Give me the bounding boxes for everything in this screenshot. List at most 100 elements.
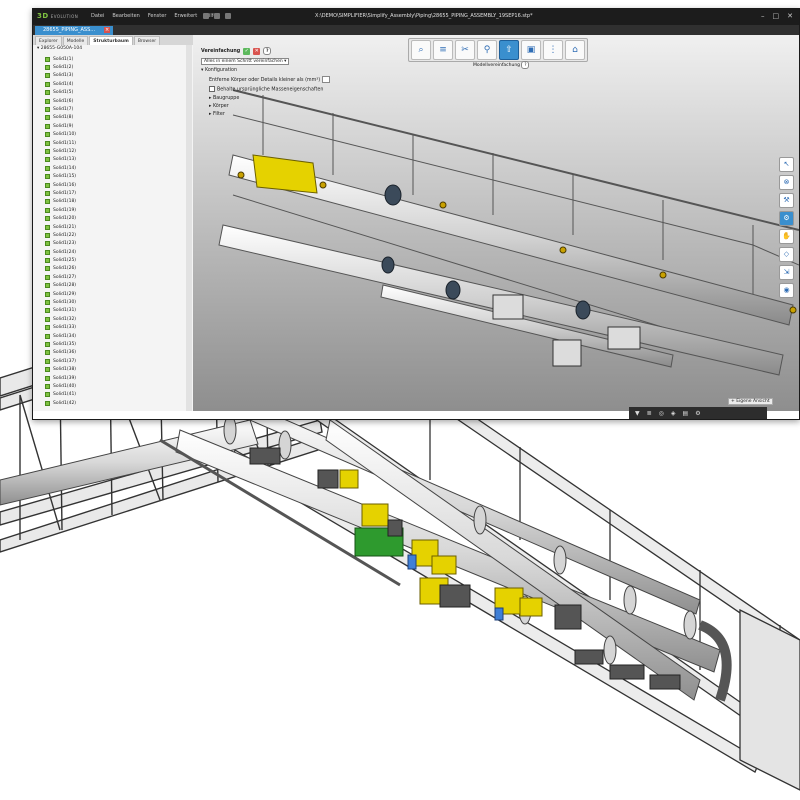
print-icon[interactable]	[214, 13, 220, 19]
tree-item[interactable]: Solid1(7)	[45, 105, 185, 113]
threshold-input[interactable]	[321, 76, 330, 83]
settings-icon[interactable]: ⚙	[695, 410, 700, 417]
tree-item[interactable]: Solid1(5)	[45, 89, 185, 97]
tree-item[interactable]: Solid1(14)	[45, 164, 185, 172]
tree-item[interactable]: Solid1(18)	[45, 198, 185, 206]
tree-item[interactable]: Solid1(37)	[45, 357, 185, 365]
tree-item[interactable]: Solid1(36)	[45, 349, 185, 357]
tree-item[interactable]: Solid1(20)	[45, 214, 185, 222]
menu-item-fenster[interactable]: Fenster	[148, 13, 167, 19]
tree-item[interactable]: Solid1(39)	[45, 374, 185, 382]
grid-nodes-icon[interactable]: ⋮	[543, 40, 563, 60]
tree-item[interactable]: Solid1(28)	[45, 282, 185, 290]
simplification-mode-select[interactable]: Alles in einem Schritt vereinfachen ▾	[201, 58, 290, 65]
tree-item[interactable]: Solid1(35)	[45, 340, 185, 348]
tree-item[interactable]: Solid1(8)	[45, 114, 185, 122]
tree-item-label: Solid1(20)	[53, 216, 77, 222]
tree-item[interactable]: Solid1(19)	[45, 206, 185, 214]
hammer-icon[interactable]: ⚒	[779, 193, 794, 208]
document-tab[interactable]: 28655_PIPING_ASS... ×	[35, 26, 114, 35]
tree-item[interactable]: Solid1(1)	[45, 55, 185, 63]
tree-item[interactable]: Solid1(26)	[45, 265, 185, 273]
edit-list-icon[interactable]: ≡	[433, 40, 453, 60]
tree-item[interactable]: Solid1(33)	[45, 324, 185, 332]
tab-modelle[interactable]: Modelle	[62, 36, 89, 45]
own-view-label[interactable]: + Eigene Ansicht	[728, 398, 773, 405]
camera-icon[interactable]: ▤	[683, 410, 689, 417]
tree-item[interactable]: Solid1(24)	[45, 248, 185, 256]
tree-item[interactable]: Solid1(31)	[45, 307, 185, 315]
menu-item-erweitert[interactable]: Erweitert	[174, 13, 197, 19]
cancel-icon[interactable]: ✕	[253, 47, 261, 55]
pin-icon[interactable]: ⚲	[477, 40, 497, 60]
layers-icon[interactable]: ≣	[647, 410, 652, 417]
tree-item-label: Solid1(27)	[53, 274, 77, 280]
tree-item[interactable]: Solid1(9)	[45, 122, 185, 130]
tab-explorer[interactable]: Explorer	[35, 36, 62, 45]
tree-item[interactable]: Solid1(40)	[45, 382, 185, 390]
tree-item-label: Solid1(38)	[53, 367, 77, 373]
tree-item[interactable]: Solid1(13)	[45, 156, 185, 164]
tree-item[interactable]: Solid1(4)	[45, 80, 185, 88]
section-0[interactable]: ▸ Baugruppe	[201, 96, 351, 101]
pointer-icon[interactable]: ↖	[779, 157, 794, 172]
section-1[interactable]: ▸ Körper	[201, 104, 351, 109]
save-icon[interactable]	[203, 13, 209, 19]
menu-item-datei[interactable]: Datei	[91, 13, 104, 19]
undo-icon[interactable]	[225, 13, 231, 19]
tree-item[interactable]: Solid1(22)	[45, 231, 185, 239]
help-icon[interactable]: ?	[521, 61, 530, 69]
minimize-icon[interactable]: –	[761, 12, 765, 20]
tree-root[interactable]: ▾ 28655-G050A-104	[37, 46, 82, 51]
tree-item[interactable]: Solid1(34)	[45, 332, 185, 340]
tree-item[interactable]: Solid1(21)	[45, 223, 185, 231]
tree-item[interactable]: Solid1(16)	[45, 181, 185, 189]
tab-strukturbaum[interactable]: Strukturbaum	[89, 36, 133, 45]
tree-item[interactable]: Solid1(30)	[45, 298, 185, 306]
tools-icon[interactable]: ✂	[455, 40, 475, 60]
visibility-icon[interactable]: ◉	[779, 283, 794, 298]
search-zoom-icon[interactable]: ⌕	[411, 40, 431, 60]
tree-item[interactable]: Solid1(15)	[45, 172, 185, 180]
tree-item[interactable]: Solid1(29)	[45, 290, 185, 298]
eye-icon[interactable]: ◎	[659, 410, 664, 417]
maximize-icon[interactable]: □	[773, 12, 780, 20]
tree-item[interactable]: Solid1(17)	[45, 189, 185, 197]
view-cube-icon[interactable]: ◈	[671, 410, 676, 417]
help-icon[interactable]: ?	[263, 47, 272, 55]
tree-item[interactable]: Solid1(25)	[45, 256, 185, 264]
fill-shape-icon[interactable]: ▣	[521, 40, 541, 60]
solid-body-icon	[45, 190, 50, 196]
cube-icon[interactable]: ◇	[779, 247, 794, 262]
tree-item[interactable]: Solid1(12)	[45, 147, 185, 155]
tree-item[interactable]: Solid1(11)	[45, 139, 185, 147]
keep-mass-row[interactable]: Behalte ursprüngliche Masseneigenschafte…	[201, 86, 351, 93]
tree-scrollbar[interactable]	[186, 45, 192, 411]
tree-item[interactable]: Solid1(3)	[45, 72, 185, 80]
apply-icon[interactable]: ✓	[243, 47, 251, 55]
tree-item[interactable]: Solid1(6)	[45, 97, 185, 105]
config-section[interactable]: ▾ Konfiguration	[201, 68, 351, 73]
model-simplification-icon[interactable]: ⇧	[499, 40, 519, 60]
tree-item[interactable]: Solid1(23)	[45, 240, 185, 248]
tree-item[interactable]: Solid1(2)	[45, 63, 185, 71]
tree-item[interactable]: Solid1(27)	[45, 273, 185, 281]
hand-icon[interactable]: ✋	[779, 229, 794, 244]
tree-item[interactable]: Solid1(32)	[45, 315, 185, 323]
keep-mass-checkbox[interactable]	[209, 86, 215, 92]
tab-browser[interactable]: Browser	[133, 36, 161, 45]
tree-item[interactable]: Solid1(10)	[45, 131, 185, 139]
solid-body-icon	[45, 148, 50, 154]
close-tab-icon[interactable]: ×	[104, 27, 111, 33]
export-icon[interactable]: ⇲	[779, 265, 794, 280]
menu-item-bearbeiten[interactable]: Bearbeiten	[112, 13, 139, 19]
tree-item[interactable]: Solid1(38)	[45, 365, 185, 373]
target-icon[interactable]: ⊗	[779, 175, 794, 190]
close-icon[interactable]: ✕	[787, 12, 793, 20]
assembly-icon[interactable]: ⌂	[565, 40, 585, 60]
filter-icon[interactable]: ▼	[635, 410, 640, 417]
section-2[interactable]: ▸ Filter	[201, 112, 351, 117]
gear-icon[interactable]: ⚙	[779, 211, 794, 226]
tree-item[interactable]: Solid1(41)	[45, 391, 185, 399]
tree-item[interactable]: Solid1(42)	[45, 399, 185, 407]
